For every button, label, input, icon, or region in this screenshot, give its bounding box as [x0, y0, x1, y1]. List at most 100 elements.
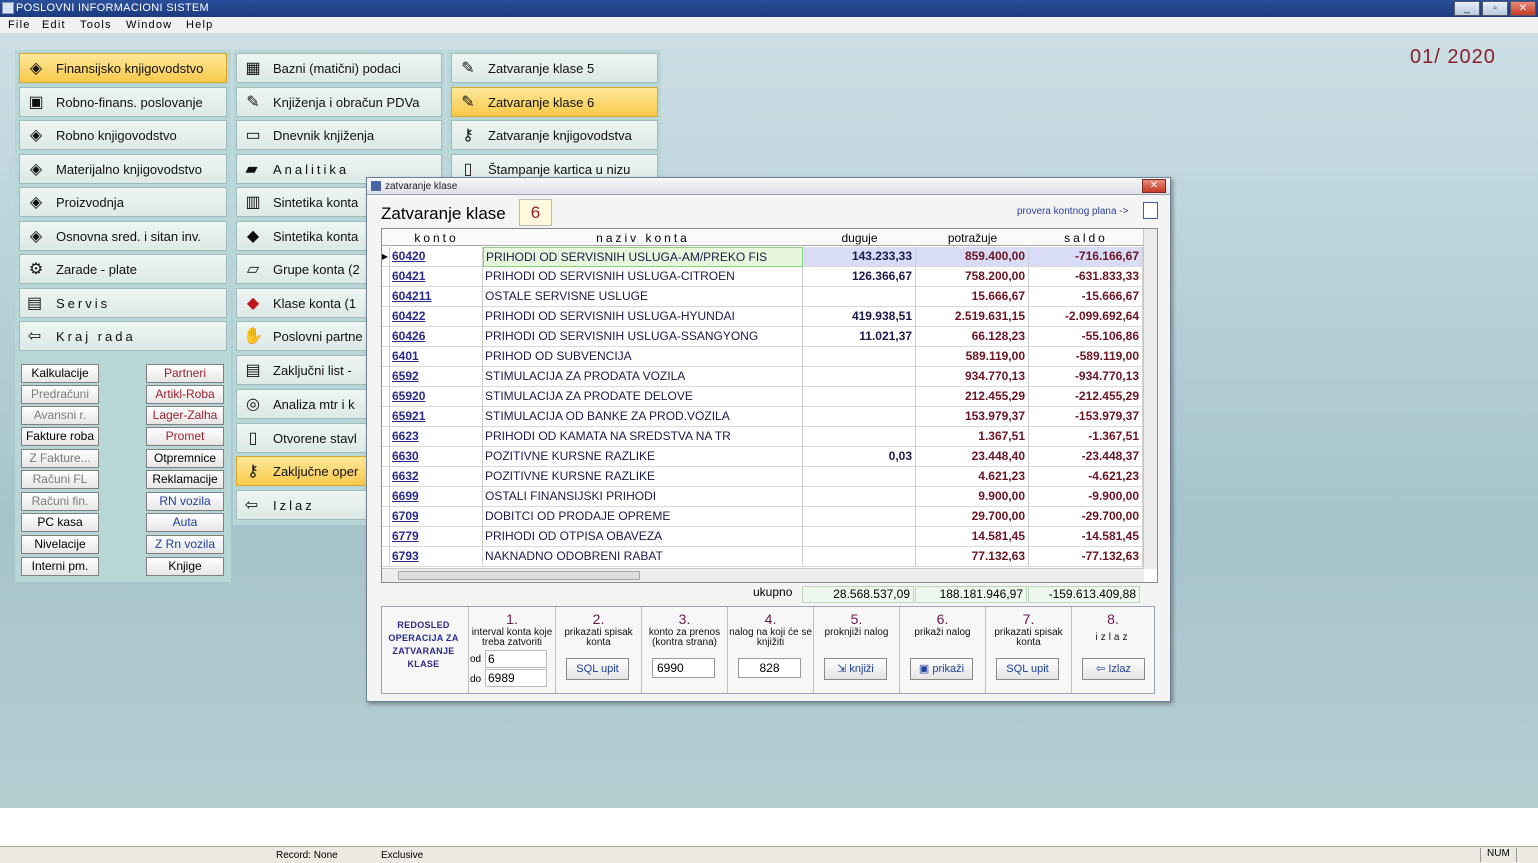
menu-file[interactable]: File — [8, 19, 31, 31]
table-row[interactable]: 6592 STIMULACIJA ZA PRODATA VOZILA 934.770… — [382, 367, 1144, 387]
module-proizvodnja[interactable]: ◈ Proizvodnja — [19, 187, 227, 217]
row-selector[interactable]: ▸ — [382, 247, 390, 267]
document-icon[interactable] — [1143, 202, 1158, 219]
table-row[interactable]: 60422 PRIHODI OD SERVISNIH USLUGA-HYUNDAI… — [382, 307, 1144, 327]
nivelacije-button[interactable]: Nivelacije — [21, 535, 99, 554]
rn-vozila-button[interactable]: RN vozila — [146, 492, 224, 511]
z-rn-vozila-button[interactable]: Z Rn vozila — [146, 535, 224, 554]
table-row[interactable]: 65920 STIMULACIJA ZA PRODATE DELOVE 212.45… — [382, 387, 1144, 407]
menu-tools[interactable]: Tools — [80, 19, 112, 31]
prikazi-button[interactable]: ▣ prikaži — [910, 658, 973, 680]
row-selector[interactable] — [382, 287, 390, 307]
module-robno-finans[interactable]: ▣ Robno-finans. poslovanje — [19, 87, 227, 117]
horizontal-scrollbar[interactable] — [382, 568, 1144, 582]
menu-window[interactable]: Window — [126, 19, 172, 31]
table-row[interactable]: 60426 PRIHODI OD SERVISNIH USLUGA-SSANGYO… — [382, 327, 1144, 347]
close-icon[interactable]: ✕ — [1510, 1, 1536, 16]
sql-upit-button-2[interactable]: SQL upit — [996, 658, 1059, 680]
z-fakture-button[interactable]: Z Fakture... — [21, 449, 99, 468]
racuni-fin-button[interactable]: Računi fin. — [21, 492, 99, 511]
table-row[interactable]: 6699 OSTALI FINANSIJSKI PRIHODI 9.900,00 -9… — [382, 487, 1144, 507]
racuni-fl-button[interactable]: Računi FL — [21, 470, 99, 489]
auta-button[interactable]: Auta — [146, 513, 224, 532]
table-row[interactable]: 6623 PRIHODI OD KAMATA NA SREDSTVA NA TR 1… — [382, 427, 1144, 447]
row-selector[interactable] — [382, 467, 390, 487]
row-selector[interactable] — [382, 407, 390, 427]
promet-button[interactable]: Promet — [146, 427, 224, 446]
close-icon[interactable]: ✕ — [1142, 179, 1166, 193]
nalog-input[interactable]: 828 — [738, 658, 801, 678]
table-row[interactable]: 6709 DOBITCI OD PRODAJE OPREME 29.700,00 -2… — [382, 507, 1144, 527]
maximize-icon[interactable]: ▫ — [1482, 1, 1508, 16]
menu-zatvaranje-klase-5[interactable]: ✎ Zatvaranje klase 5 — [451, 53, 658, 83]
menu-bazni-podaci[interactable]: ▦ Bazni (matični) podaci — [236, 53, 442, 83]
sql-upit-button[interactable]: SQL upit — [566, 658, 629, 680]
row-selector[interactable] — [382, 367, 390, 387]
kalkulacije-button[interactable]: Kalkulacije — [21, 364, 99, 383]
row-selector[interactable] — [382, 267, 390, 287]
menu-dnevnik[interactable]: ▭ Dnevnik knjiženja — [236, 120, 442, 150]
reklamacije-button[interactable]: Reklamacije — [146, 470, 224, 489]
table-row[interactable]: 6793 NAKNADNO ODOBRENI RABAT 77.132,63 -77.… — [382, 547, 1144, 567]
table-row[interactable]: 6630 POZITIVNE KURSNE RAZLIKE 0,03 23.448,4… — [382, 447, 1144, 467]
pc-kasa-button[interactable]: PC kasa — [21, 513, 99, 532]
dialog-app-icon — [371, 181, 381, 191]
provera-kontnog-plana-link[interactable]: provera kontnog plana -> — [1017, 206, 1128, 217]
izlaz-button[interactable]: ⇦ Izlaz — [1082, 658, 1145, 680]
module-servis[interactable]: ▤ Servis — [19, 288, 227, 318]
predracuni-button[interactable]: Predračuni — [21, 385, 99, 404]
fakture-roba-button[interactable]: Fakture roba — [21, 427, 99, 446]
kontra-konto-input[interactable]: 6990 — [652, 658, 715, 678]
view-icon: ▣ — [918, 663, 933, 675]
module-zarade[interactable]: ⚙ Zarade - plate — [19, 254, 227, 284]
col-potrazuje[interactable]: potražuje — [916, 231, 1029, 245]
lager-zalha-button[interactable]: Lager-Zalha — [146, 406, 224, 425]
module-robno[interactable]: ◈ Robno knjigovodstvo — [19, 120, 227, 150]
row-selector[interactable] — [382, 547, 390, 567]
row-selector[interactable] — [382, 307, 390, 327]
avansni-button[interactable]: Avansni r. — [21, 406, 99, 425]
col-duguje[interactable]: duguje — [803, 231, 916, 245]
table-row[interactable]: 6401 PRIHOD OD SUBVENCIJA 589.119,00 -589.1… — [382, 347, 1144, 367]
col-naziv[interactable]: naziv konta — [483, 231, 803, 245]
interni-pm-button[interactable]: Interni pm. — [21, 557, 99, 576]
od-input[interactable]: 6 — [485, 650, 547, 668]
row-selector[interactable] — [382, 527, 390, 547]
module-materijalno[interactable]: ◈ Materijalno knjigovodstvo — [19, 154, 227, 184]
otpremnice-button[interactable]: Otpremnice — [146, 449, 224, 468]
col-konto[interactable]: konto — [390, 231, 483, 245]
row-selector[interactable] — [382, 387, 390, 407]
table-row[interactable]: 65921 STIMULACIJA OD BANKE ZA PROD.VOZILA… — [382, 407, 1144, 427]
menu-knjizenja-pdv[interactable]: ✎ Knjiženja i obračun PDVa — [236, 87, 442, 117]
row-selector[interactable] — [382, 427, 390, 447]
table-row[interactable]: ▸ 60420 PRIHODI OD SERVISNIH USLUGA-AM/PRE… — [382, 247, 1144, 267]
row-selector[interactable] — [382, 447, 390, 467]
knjige-button[interactable]: Knjige — [146, 557, 224, 576]
row-selector[interactable] — [382, 507, 390, 527]
menu-edit[interactable]: Edit — [42, 19, 66, 31]
scroll-thumb[interactable] — [398, 571, 640, 580]
table-row[interactable]: 604211 OSTALE SERVISNE USLUGE 15.666,67 -15… — [382, 287, 1144, 307]
minimize-icon[interactable]: _ — [1454, 1, 1480, 16]
vertical-scrollbar[interactable] — [1143, 229, 1157, 569]
class-field[interactable]: 6 — [519, 199, 552, 226]
clipboard-icon: ▤ — [245, 362, 261, 379]
menu-zatvaranje-klase-6[interactable]: ✎ Zatvaranje klase 6 — [451, 87, 658, 117]
menu-help[interactable]: Help — [186, 19, 213, 31]
table-row[interactable]: 60421 PRIHODI OD SERVISNIH USLUGA-CITROEN… — [382, 267, 1144, 287]
row-selector[interactable] — [382, 487, 390, 507]
row-selector[interactable] — [382, 347, 390, 367]
cell-naziv: PRIHODI OD SERVISNIH USLUGA-SSANGYONG — [483, 327, 803, 347]
module-osnovna-sred[interactable]: ◈ Osnovna sred. i sitan inv. — [19, 221, 227, 251]
row-selector[interactable] — [382, 327, 390, 347]
table-row[interactable]: 6632 POZITIVNE KURSNE RAZLIKE 4.621,23 -4.6… — [382, 467, 1144, 487]
module-kraj-rada[interactable]: ⇦ Kraj rada — [19, 321, 227, 351]
col-saldo[interactable]: saldo — [1029, 231, 1143, 245]
do-input[interactable]: 6989 — [485, 669, 547, 687]
artikl-roba-button[interactable]: Artikl-Roba — [146, 385, 224, 404]
knjizi-button[interactable]: ⇲ knjiži — [824, 658, 887, 680]
module-finansijsko[interactable]: ◈ Finansijsko knjigovodstvo — [19, 53, 227, 83]
menu-zatvaranje-knjigovodstva[interactable]: ⚷ Zatvaranje knjigovodstva — [451, 120, 658, 150]
table-row[interactable]: 6779 PRIHODI OD OTPISA OBAVEZA 14.581,45 -1… — [382, 527, 1144, 547]
partneri-button[interactable]: Partneri — [146, 364, 224, 383]
